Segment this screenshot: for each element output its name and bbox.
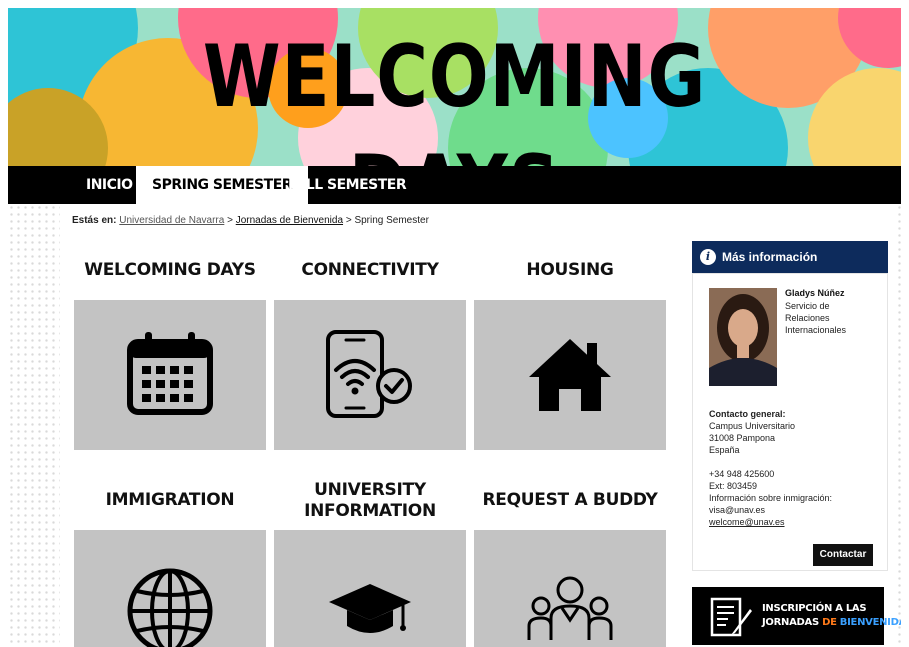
hero-banner: WELCOMING DAYS [8, 8, 901, 166]
tile-welcoming-days[interactable] [74, 300, 266, 450]
tile-title-welcoming-days: WELCOMING DAYS [84, 260, 256, 280]
contact-label: Contacto general: [709, 409, 786, 419]
breadcrumb-separator: > [345, 215, 352, 226]
contact-role-line: Relaciones [785, 313, 830, 323]
contact-country: España [709, 445, 740, 455]
tile-title-immigration: IMMIGRATION [105, 490, 235, 510]
contact-address-line: 31008 Pampona [709, 433, 776, 443]
contact-button[interactable]: Contactar [813, 544, 873, 566]
registration-word: BIENVENIDA [839, 617, 901, 628]
general-contact: Contacto general: Campus Universitario 3… [709, 408, 884, 528]
decorative-pattern [896, 204, 901, 647]
breadcrumb-link-universidad[interactable]: Universidad de Navarra [119, 215, 224, 226]
more-info-panel: i Más información Gladys Núñez Servicio … [692, 241, 888, 571]
breadcrumb-current: Spring Semester [354, 215, 429, 226]
contact-extension: Ext: 803459 [709, 481, 758, 491]
main-nav: INICIO SPRING SEMESTER FALL SEMESTER [8, 166, 901, 204]
house-icon [529, 339, 611, 411]
tile-request-buddy[interactable] [474, 530, 666, 647]
breadcrumb-separator: > [227, 215, 233, 226]
immigration-email: visa@unav.es [709, 505, 765, 515]
contact-phone: +34 948 425600 [709, 469, 775, 479]
info-icon: i [700, 249, 716, 265]
contact-address-line: Campus Universitario [709, 421, 796, 431]
globe-icon [127, 568, 213, 647]
registration-banner[interactable]: INSCRIPCIÓN A LAS JORNADAS DE BIENVENIDA [692, 587, 901, 645]
page: WELCOMING DAYS INICIO SPRING SEMESTER FA… [8, 8, 901, 647]
person-portrait [709, 288, 777, 386]
tile-immigration[interactable] [74, 530, 266, 647]
registration-banner-line2: JORNADAS DE BIENVENIDA [762, 617, 901, 628]
tile-connectivity[interactable] [274, 300, 466, 450]
breadcrumb-link-jornadas[interactable]: Jornadas de Bienvenida [236, 215, 343, 226]
contact-role: Servicio de Relaciones Internacionales [785, 300, 885, 336]
more-info-body: Gladys Núñez Servicio de Relaciones Inte… [692, 273, 888, 571]
tile-title-connectivity: CONNECTIVITY [301, 260, 439, 280]
tile-title-housing: HOUSING [526, 260, 614, 280]
more-info-header: i Más información [692, 241, 888, 273]
breadcrumb-prefix: Estás en: [72, 215, 117, 226]
contact-photo [709, 288, 777, 386]
graduation-cap-icon [329, 584, 411, 633]
tile-housing[interactable] [474, 300, 666, 450]
people-group-icon [527, 576, 613, 640]
tile-university-information[interactable] [274, 530, 466, 647]
smartphone-wifi-icon [326, 330, 412, 418]
registration-word: JORNADAS [762, 617, 819, 628]
contact-name: Gladys Núñez [785, 288, 845, 298]
banner-title: WELCOMING DAYS [202, 27, 707, 166]
more-info-title: Más información [722, 250, 818, 264]
decorative-pattern [8, 204, 60, 647]
form-pen-icon [710, 597, 752, 637]
registration-banner-line1: INSCRIPCIÓN A LAS [762, 603, 867, 614]
tile-title-request-buddy: REQUEST A BUDDY [482, 490, 658, 510]
breadcrumb: Estás en: Universidad de Navarra > Jorna… [72, 215, 429, 226]
welcome-email-link[interactable]: welcome@unav.es [709, 516, 884, 528]
registration-word: DE [822, 617, 837, 628]
contact-role-line: Internacionales [785, 325, 847, 335]
nav-item-inicio[interactable]: INICIO [80, 166, 139, 204]
tile-title-university-line2: INFORMATION [304, 501, 436, 521]
immigration-label: Información sobre inmigración: [709, 493, 833, 503]
contact-role-line: Servicio de [785, 301, 830, 311]
nav-item-fall-semester[interactable]: FALL SEMESTER [280, 166, 414, 204]
calendar-icon [127, 332, 213, 415]
tile-title-university-line1: UNIVERSITY [314, 480, 426, 500]
